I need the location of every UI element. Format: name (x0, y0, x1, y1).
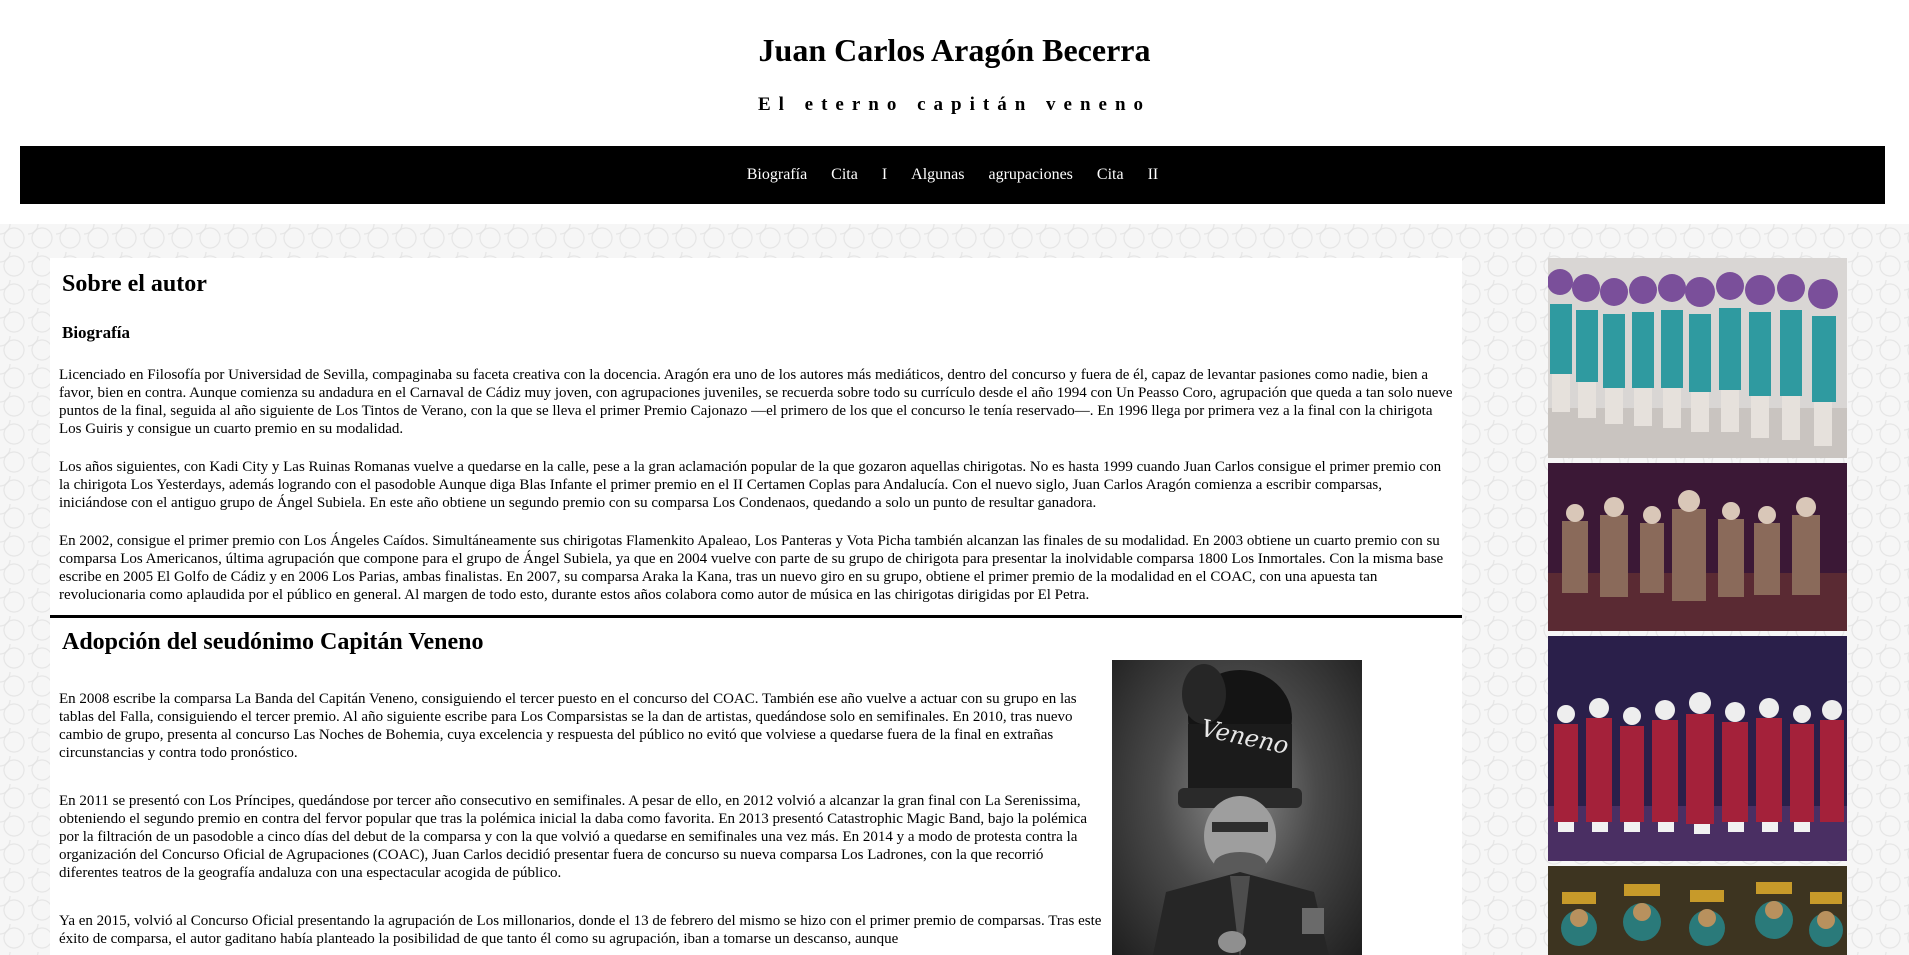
pseudonym-paragraph: En 2011 se presentó con Los Príncipes, q… (59, 793, 1087, 881)
nav-item-ii[interactable]: II (1148, 166, 1159, 184)
site-subtitle: El eterno capitán veneno (757, 94, 1152, 115)
main-content: Sobre el autor Biografía Licenciado en F… (50, 258, 1462, 955)
bio-paragraph: Los años siguientes, con Kadi City y Las… (59, 459, 1442, 511)
section-title-author: Sobre el autor (62, 271, 207, 297)
comparsa-stage-photo (1548, 463, 1847, 631)
main-nav: Biografía Cita I Algunas agrupaciones Ci… (20, 146, 1885, 204)
nav-item-cita[interactable]: Cita (831, 166, 858, 184)
nav-item-biografia[interactable]: Biografía (747, 166, 807, 184)
section-subtitle-biography: Biografía (62, 323, 130, 342)
site-title: Juan Carlos Aragón Becerra (758, 32, 1151, 68)
bio-paragraph: En 2002, consigue el primer premio con L… (59, 533, 1444, 603)
section-title-pseudonym: Adopción del seudónimo Capitán Veneno (62, 629, 484, 655)
bio-paragraph: Licenciado en Filosofía por Universidad … (59, 367, 1453, 437)
carnival-group-photo (1548, 258, 1847, 458)
photo-sidebar (1548, 258, 1847, 955)
nav-item-algunas[interactable]: Algunas (911, 166, 964, 184)
comparsa-red-costumes-photo (1548, 636, 1847, 861)
chirigota-hats-photo (1548, 866, 1847, 955)
portrait-photo: Veneno (1112, 660, 1362, 955)
pseudonym-paragraph: En 2008 escribe la comparsa La Banda del… (59, 691, 1077, 761)
site-header: Juan Carlos Aragón Becerra El eterno cap… (0, 0, 1909, 146)
pseudonym-paragraph: Ya en 2015, volvió al Concurso Oficial p… (59, 913, 1102, 947)
section-divider (50, 615, 1462, 618)
nav-item-cita-2[interactable]: Cita (1097, 166, 1124, 184)
nav-item-i[interactable]: I (882, 166, 887, 184)
nav-item-agrupaciones[interactable]: agrupaciones (989, 166, 1073, 184)
